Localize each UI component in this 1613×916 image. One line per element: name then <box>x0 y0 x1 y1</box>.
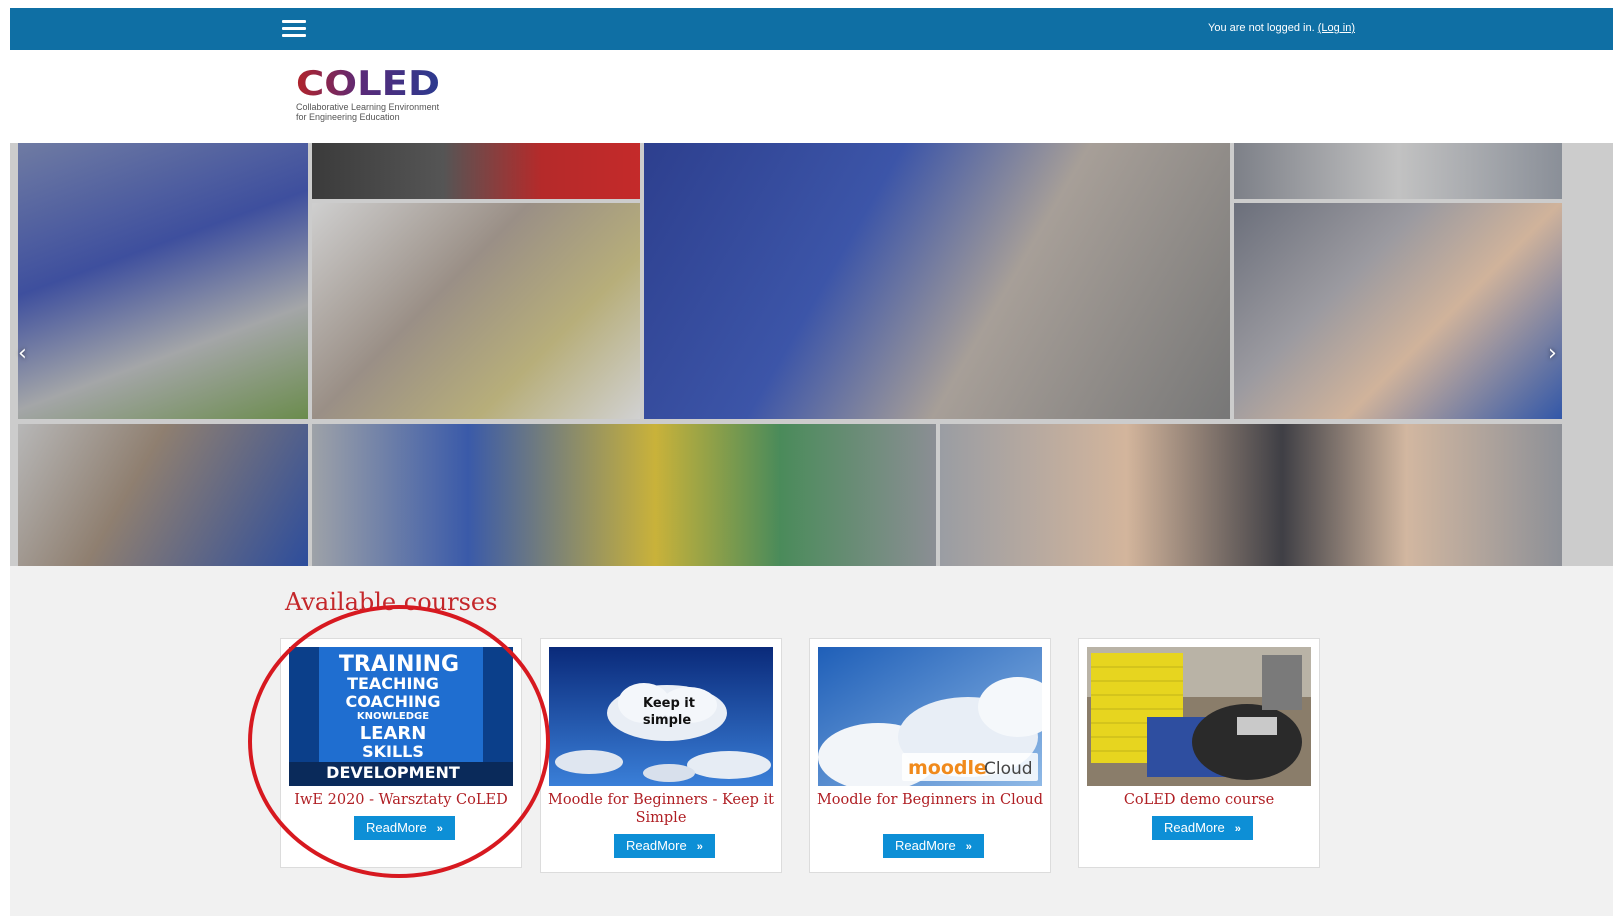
thumb-moodle-word: moodle <box>908 757 987 779</box>
slide-photo-5 <box>1234 143 1562 199</box>
slide-photo-2 <box>312 143 640 199</box>
readmore-button-2[interactable]: ReadMore » <box>614 834 715 858</box>
course-thumbnail-2[interactable]: Keep it simple <box>549 647 773 786</box>
chevron-double-right-icon: » <box>696 841 703 853</box>
login-status: You are not logged in. (Log in) <box>1208 22 1355 34</box>
course-thumbnail-3[interactable]: moodle Cloud <box>818 647 1042 786</box>
readmore-label-2: ReadMore <box>626 838 687 853</box>
thumb-keep-it: Keep it <box>643 696 695 711</box>
slide-photo-1 <box>18 143 308 419</box>
hamburger-menu-icon[interactable] <box>282 20 306 38</box>
thumb-simple: simple <box>643 713 692 728</box>
logo-tagline-line-2: for Engineering Education <box>296 112 400 122</box>
logo-tagline-line-1: Collaborative Learning Environment <box>296 102 440 112</box>
readmore-label-1: ReadMore <box>366 820 427 835</box>
readmore-label-3: ReadMore <box>895 838 956 853</box>
hero-slider[interactable]: ‹ › <box>10 143 1613 566</box>
readmore-button-3[interactable]: ReadMore » <box>883 834 984 858</box>
course-card-4[interactable]: CoLED demo course ReadMore » <box>1078 638 1320 868</box>
site-header: COLED Collaborative Learning Environment… <box>10 50 1613 143</box>
page: You are not logged in. (Log in) COLED Co… <box>10 8 1613 916</box>
course-card-1[interactable]: TRAINING TEACHING COACHING KNOWLEDGE LEA… <box>280 638 522 868</box>
chevron-double-right-icon: » <box>965 841 972 853</box>
thumb-word-learn: LEARN <box>360 723 427 744</box>
slide-photo-7 <box>18 424 308 566</box>
course-title-3[interactable]: Moodle for Beginners in Cloud <box>814 791 1046 809</box>
course-thumbnail-1[interactable]: TRAINING TEACHING COACHING KNOWLEDGE LEA… <box>289 647 513 786</box>
readmore-button-4[interactable]: ReadMore » <box>1152 816 1253 840</box>
slide-photo-9 <box>940 424 1562 566</box>
logo-tagline: Collaborative Learning Environment for E… <box>296 102 466 122</box>
course-card-2[interactable]: Keep it simple Moodle for Beginners - Ke… <box>540 638 782 873</box>
slide-photo-4 <box>644 143 1230 419</box>
course-card-3[interactable]: moodle Cloud Moodle for Beginners in Clo… <box>809 638 1051 873</box>
thumb-word-skills: SKILLS <box>362 742 424 761</box>
login-link[interactable]: (Log in) <box>1318 22 1355 34</box>
chevron-double-right-icon: » <box>436 823 443 835</box>
available-courses-heading: Available courses <box>285 588 498 616</box>
course-title-4[interactable]: CoLED demo course <box>1083 791 1315 809</box>
top-navbar: You are not logged in. (Log in) <box>10 8 1613 50</box>
chevron-double-right-icon: » <box>1234 823 1241 835</box>
thumb-word-teaching: TEACHING <box>347 674 439 693</box>
slide-photo-3 <box>312 203 640 419</box>
thumb-word-knowledge: KNOWLEDGE <box>357 711 429 722</box>
course-thumbnail-4[interactable] <box>1087 647 1311 786</box>
readmore-label-4: ReadMore <box>1164 820 1225 835</box>
thumb-cloud-word: Cloud <box>984 759 1033 779</box>
logo-wordmark: COLED <box>296 65 440 104</box>
readmore-button-1[interactable]: ReadMore » <box>354 816 455 840</box>
course-title-1[interactable]: IwE 2020 - Warsztaty CoLED <box>285 791 517 809</box>
slide-photo-8 <box>312 424 936 566</box>
thumb-word-coaching: COACHING <box>346 692 441 711</box>
slider-prev-icon[interactable]: ‹ <box>18 341 27 366</box>
slide-photo-6 <box>1234 203 1562 419</box>
login-status-text: You are not logged in. <box>1208 22 1315 34</box>
slider-next-icon[interactable]: › <box>1548 341 1557 366</box>
course-title-2[interactable]: Moodle for Beginners - Keep it Simple <box>545 791 777 827</box>
thumb-word-development: DEVELOPMENT <box>326 763 460 782</box>
